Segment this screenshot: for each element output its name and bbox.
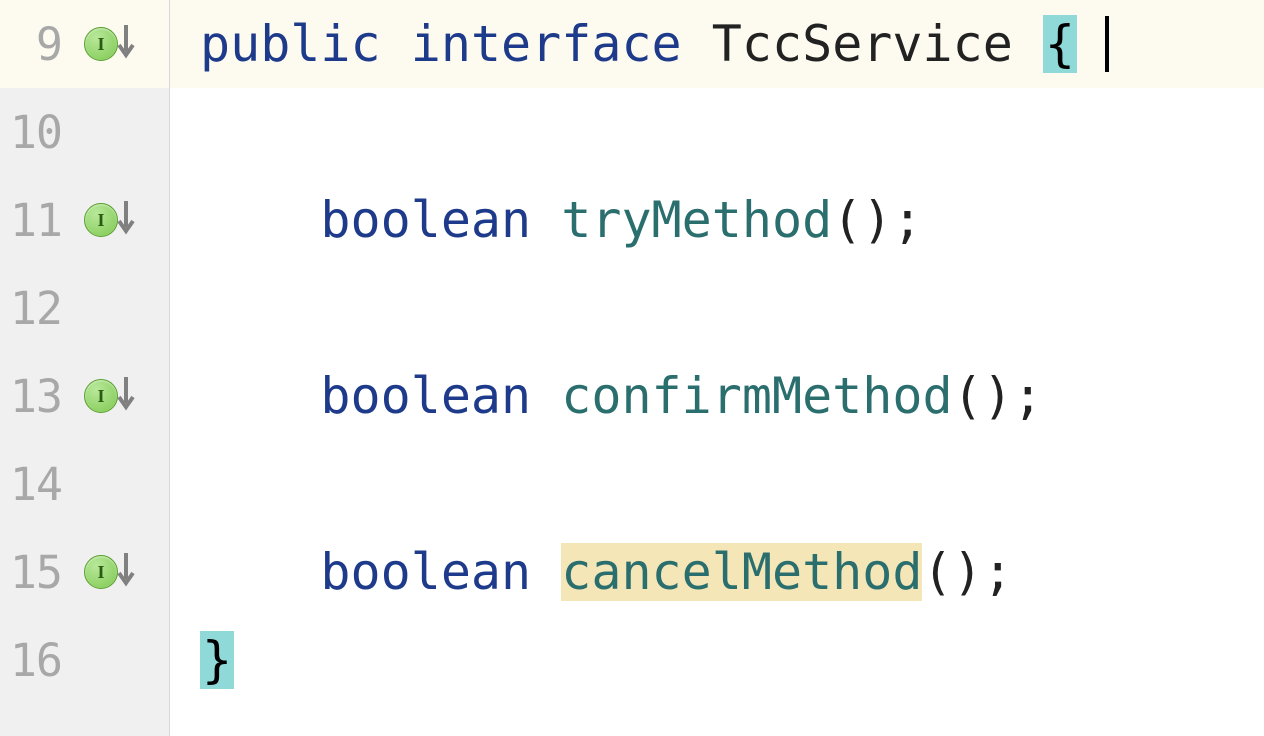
implement-badge-icon: I — [84, 203, 118, 237]
code-line[interactable]: } — [200, 616, 1264, 704]
arrow-down-icon — [116, 551, 136, 593]
code-text: } — [200, 631, 234, 689]
line-number: 16 — [0, 634, 70, 687]
implement-marker[interactable]: I — [84, 23, 136, 65]
line-number: 13 — [0, 370, 70, 423]
code-text: boolean confirmMethod(); — [200, 367, 1043, 425]
line-number: 9 — [0, 18, 70, 71]
line-number: 14 — [0, 458, 70, 511]
gutter-row[interactable]: 14 — [0, 440, 170, 528]
gutter-row[interactable]: 9 I — [0, 0, 170, 88]
arrow-down-icon — [116, 375, 136, 417]
code-area[interactable]: public interface TccService { boolean tr… — [170, 0, 1264, 736]
code-line[interactable] — [200, 88, 1264, 176]
gutter-row[interactable]: 16 — [0, 616, 170, 704]
code-text: public interface TccService { — [200, 15, 1077, 73]
implement-badge-icon: I — [84, 379, 118, 413]
text-caret — [1105, 16, 1109, 72]
gutter-row[interactable]: 13 I — [0, 352, 170, 440]
gutter-row[interactable]: 12 — [0, 264, 170, 352]
brace-open: { — [1043, 15, 1077, 73]
gutter[interactable]: 9 I 10 11 I — [0, 0, 170, 736]
line-number: 11 — [0, 194, 70, 247]
code-line[interactable]: boolean tryMethod(); — [200, 176, 1264, 264]
code-line[interactable] — [200, 264, 1264, 352]
implement-marker[interactable]: I — [84, 199, 136, 241]
gutter-row[interactable]: 10 — [0, 88, 170, 176]
arrow-down-icon — [116, 199, 136, 241]
line-number: 10 — [0, 106, 70, 159]
implement-badge-icon: I — [84, 555, 118, 589]
highlighted-text: cancelMethod — [561, 543, 922, 601]
code-editor: 9 I 10 11 I — [0, 0, 1264, 736]
gutter-row[interactable]: 15 I — [0, 528, 170, 616]
code-text: boolean tryMethod(); — [200, 191, 923, 249]
code-text: boolean cancelMethod(); — [200, 543, 1013, 601]
code-line[interactable]: boolean confirmMethod(); — [200, 352, 1264, 440]
code-line[interactable] — [200, 440, 1264, 528]
implement-marker[interactable]: I — [84, 375, 136, 417]
code-line[interactable]: boolean cancelMethod(); — [200, 528, 1264, 616]
arrow-down-icon — [116, 23, 136, 65]
gutter-row[interactable]: 11 I — [0, 176, 170, 264]
implement-badge-icon: I — [84, 27, 118, 61]
code-line[interactable]: public interface TccService { — [170, 0, 1264, 88]
line-number: 15 — [0, 546, 70, 599]
brace-close: } — [200, 631, 234, 689]
implement-marker[interactable]: I — [84, 551, 136, 593]
line-number: 12 — [0, 282, 70, 335]
